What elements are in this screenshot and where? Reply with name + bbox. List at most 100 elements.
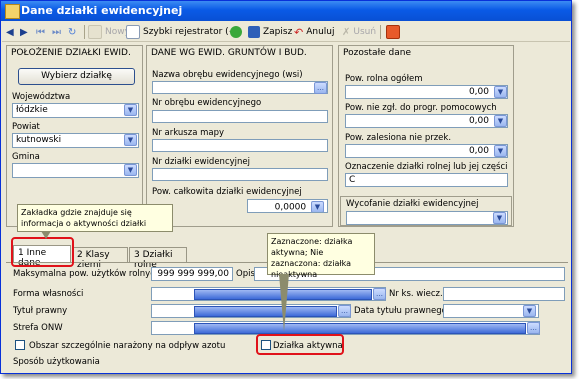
county-value: kutnowski (16, 135, 62, 145)
select-parcel-button[interactable]: Wybierz działkę (18, 68, 135, 85)
agri-area-field[interactable]: 0,00 (345, 85, 508, 99)
precinct-number-field[interactable] (152, 110, 328, 123)
title-date-label: Data tytułu prawnego (354, 306, 447, 316)
map-sheet-label: Nr arkusza mapy (152, 128, 225, 138)
parcel-number-label: Nr działki ewidencyjnej (152, 157, 250, 167)
total-area-label: Pow. całkowita działki ewidencyjnej (152, 187, 302, 197)
close-form-button[interactable] (386, 24, 400, 40)
tab-klasy-ziemi[interactable]: 2 Klasy ziemi (72, 247, 128, 270)
forested-area-dropdown-icon[interactable]: ▼ (494, 145, 507, 157)
new-document-icon (88, 25, 102, 39)
ownership-form-label: Forma własności (13, 289, 84, 299)
registry-data-panel: DANE WG EWID. GRUNTÓW I BUD. Nazwa obręb… (146, 45, 333, 227)
agri-area-dropdown-icon[interactable]: ▼ (494, 86, 507, 98)
unreported-area-value: 0,00 (468, 116, 489, 126)
precinct-name-field[interactable] (152, 81, 328, 94)
ownership-form-lookup-icon[interactable]: … (373, 288, 386, 300)
legal-title-label: Tytuł prawny (13, 306, 68, 316)
forested-area-label: Pow. zalesiona nie przek. (345, 133, 452, 143)
toolbar: ◀ ▶ ⏮ ⏭ ↻ Nowy Szybki rejestrator (+) Za… (2, 22, 570, 42)
app-icon (5, 4, 20, 19)
land-register-label: Nr ks. wiecz. (389, 289, 443, 299)
nitrate-zone-checkbox[interactable] (15, 340, 25, 350)
active-parcel-highlight (256, 334, 344, 355)
county-dropdown-icon[interactable]: ▼ (124, 134, 137, 146)
agri-area-value: 0,00 (468, 87, 489, 97)
max-area-field[interactable]: 999 999 999,00 (151, 267, 233, 281)
quick-register-button[interactable]: Szybki rejestrator (+) (126, 24, 240, 40)
onw-zone-label: Strefa ONW (13, 323, 63, 333)
other-data-header: Pozostałe dane (343, 48, 412, 58)
active-tooltip: Zaznaczone: działka aktywna; Nie zaznacz… (267, 233, 375, 279)
map-sheet-field[interactable] (152, 139, 328, 152)
precinct-name-label: Nazwa obrębu ewidencyjnego (wsi) (152, 70, 303, 80)
withdrawal-dropdown-icon[interactable]: ▼ (493, 212, 506, 224)
commune-select[interactable] (12, 163, 139, 178)
commune-dropdown-icon[interactable]: ▼ (124, 164, 137, 176)
total-area-field[interactable]: 0,0000 ▼ (247, 199, 328, 213)
voivodeship-dropdown-icon[interactable]: ▼ (124, 104, 137, 116)
cancel-button[interactable]: ↶ Anuluj (294, 24, 335, 40)
designation-label: Oznaczenie działki rolnej lub jej części (345, 162, 508, 172)
designation-field[interactable]: C (345, 173, 508, 187)
nitrate-zone-label: Obszar szczególnie narażony na odpływ az… (29, 341, 226, 351)
tab-klasy-ziemi-label: 2 Klasy ziemi (77, 250, 110, 270)
legal-title-lookup-icon[interactable]: … (338, 305, 351, 317)
max-area-label: Maksymalna pow. użytków rolnych (13, 269, 161, 279)
location-panel: POŁOŻENIE DZIAŁKI EWID. Wybierz działkę … (6, 45, 143, 227)
refresh-icon[interactable]: ↻ (68, 24, 76, 40)
unreported-area-field[interactable]: 0,00 (345, 114, 508, 128)
nav-next-icon[interactable]: ▶ (20, 24, 28, 40)
forested-area-field[interactable]: 0,00 (345, 144, 508, 158)
delete-button-label: Usuń (353, 27, 377, 37)
window: Dane działki ewidencyjnej ◀ ▶ ⏮ ⏭ ↻ Nowy… (0, 0, 572, 374)
registry-panel-header: DANE WG EWID. GRUNTÓW I BUD. (151, 48, 307, 58)
county-select[interactable]: kutnowski (12, 133, 139, 148)
active-tooltip-pointer (279, 274, 289, 332)
active-tooltip-text: Zaznaczone: działka aktywna; Nie zaznacz… (271, 237, 353, 279)
land-register-field[interactable] (443, 287, 565, 301)
county-label: Powiat (12, 122, 40, 132)
floppy-disk-icon (248, 26, 260, 38)
nav-first-icon[interactable]: ⏮ (36, 24, 45, 40)
withdrawal-group: Wycofanie działki ewidencyjnej ▼ (340, 196, 512, 226)
withdrawal-select[interactable] (346, 211, 508, 225)
forested-area-value: 0,00 (468, 146, 489, 156)
nav-last-icon[interactable]: ⏭ (52, 24, 61, 40)
location-panel-header: POŁOŻENIE DZIAŁKI EWID. (11, 48, 131, 58)
save-button[interactable]: Zapisz (248, 24, 292, 40)
delete-x-icon: ✗ (342, 26, 351, 38)
play-button[interactable] (230, 24, 242, 40)
designation-value: C (349, 175, 356, 185)
max-area-value: 999 999 999,00 (157, 269, 229, 279)
cancel-button-label: Anuluj (306, 27, 335, 37)
unreported-area-dropdown-icon[interactable]: ▼ (494, 115, 507, 127)
onw-zone-lookup-icon[interactable]: … (527, 322, 540, 334)
tab-tooltip-pointer (41, 231, 51, 239)
unreported-area-label: Pow. nie zgł. do progr. pomocowych (345, 103, 497, 113)
other-data-panel: Pozostałe dane Pow. rolna ogółem 0,00 ▼ … (338, 45, 514, 227)
total-area-dropdown-icon[interactable]: ▼ (311, 201, 324, 212)
legal-title-bar (194, 306, 337, 317)
tab-dzialki-rolne[interactable]: 3 Działki rolne (129, 247, 187, 270)
quick-register-label: Szybki rejestrator (+) (143, 27, 240, 37)
play-icon (230, 26, 242, 38)
commune-label: Gmina (12, 152, 40, 162)
undo-icon: ↶ (294, 25, 304, 39)
tab-highlight (11, 237, 74, 267)
new-button[interactable]: Nowy (88, 24, 130, 40)
document-icon (126, 25, 140, 39)
tab-tooltip-text: Zakładka gdzie znajduje się informacja o… (21, 208, 147, 228)
voivodeship-select[interactable]: łódzkie (12, 103, 139, 118)
save-button-label: Zapisz (263, 27, 293, 37)
title-bar: Dane działki ewidencyjnej (1, 1, 571, 21)
delete-button[interactable]: ✗ Usuń (342, 24, 376, 40)
parcel-number-field[interactable] (152, 168, 328, 181)
withdrawal-label: Wycofanie działki ewidencyjnej (346, 199, 479, 209)
precinct-name-lookup-icon[interactable]: … (314, 82, 327, 94)
power-icon (386, 25, 400, 39)
nav-prev-icon[interactable]: ◀ (6, 24, 14, 40)
title-date-dropdown-icon[interactable]: ▼ (523, 305, 536, 317)
onw-zone-bar (194, 323, 526, 334)
tab-tooltip: Zakładka gdzie znajduje się informacja o… (17, 204, 173, 232)
